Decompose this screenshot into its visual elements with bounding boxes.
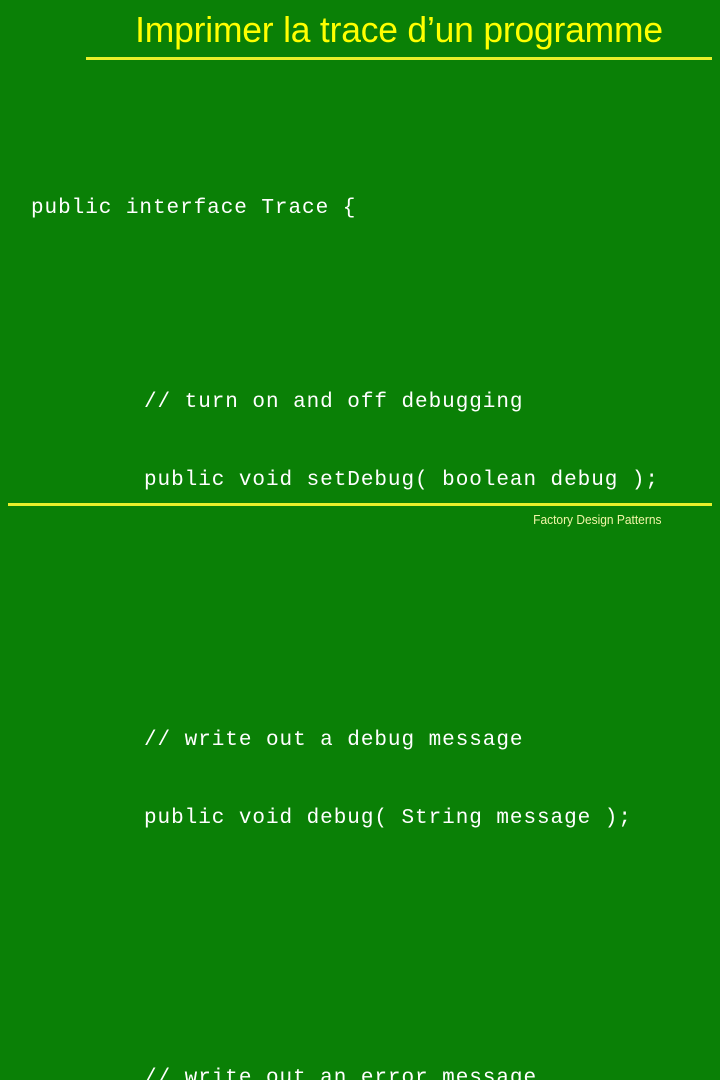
code-member-group: // write out an error message public voi… [0,1014,720,1080]
footer-label: Factory Design Patterns [532,512,661,527]
title-block: Imprimer la trace d’un programme [86,8,712,60]
slide: Imprimer la trace d’un programme public … [0,0,720,1080]
code-method-signature: public void setDebug( boolean debug ); [144,469,659,492]
code-member-group: // write out a debug message public void… [0,676,720,884]
title-underline-rule [86,57,712,60]
code-method-signature: public void debug( String message ); [144,807,632,830]
code-comment: // write out an error message [144,1067,538,1080]
code-interface-declaration: public interface Trace { [31,197,357,220]
footer-divider-rule [8,503,712,506]
code-listing: public interface Trace { // turn on and … [0,118,720,1080]
code-comment: // write out a debug message [144,729,524,752]
page-title: Imprimer la trace d’un programme [135,9,663,50]
code-comment: // turn on and off debugging [144,391,524,414]
